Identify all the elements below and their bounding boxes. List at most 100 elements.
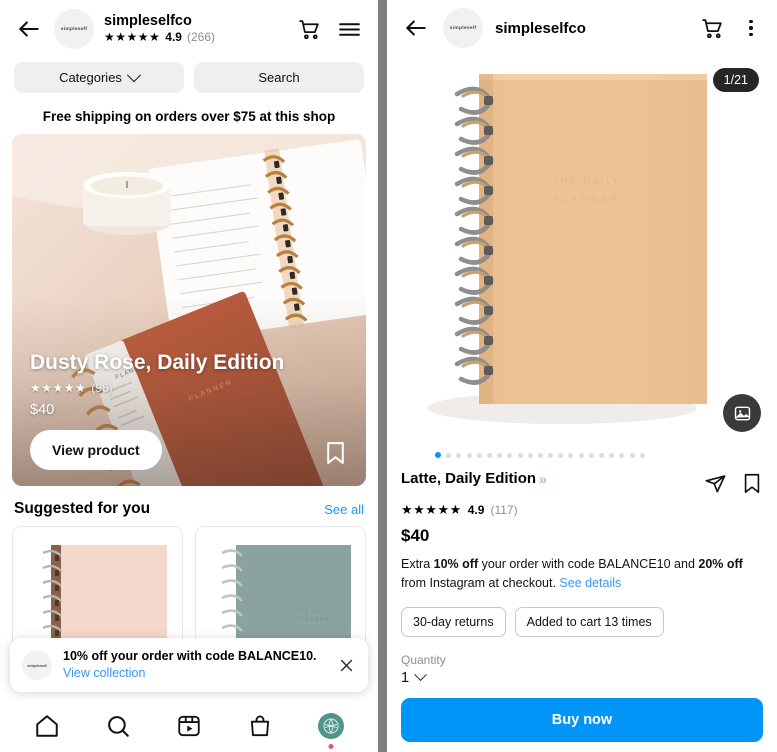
- svg-text:THE DAILY: THE DAILY: [296, 609, 330, 615]
- suggested-grid: THE DAILY PLANNER: [0, 526, 378, 648]
- carousel-dot[interactable]: [568, 452, 574, 458]
- promo-view-collection-link[interactable]: View collection: [63, 666, 145, 680]
- close-icon[interactable]: [336, 655, 356, 675]
- list-item[interactable]: THE DAILY PLANNER: [195, 526, 366, 648]
- carousel-dot[interactable]: [497, 452, 503, 458]
- product-rating-stars: ★★★★★: [401, 502, 462, 517]
- search-button[interactable]: Search: [194, 62, 364, 93]
- product-price: $40: [401, 526, 430, 545]
- product-title: Latte, Daily Edition: [401, 470, 537, 487]
- view-product-button[interactable]: View product: [30, 430, 162, 470]
- product-title-group[interactable]: Latte, Daily Edition »: [401, 470, 694, 487]
- hero-text-block: Dusty Rose, Daily Edition ★★★★★ (96) $40…: [30, 351, 348, 470]
- bottom-navigation-bar: [0, 700, 378, 752]
- featured-product-card[interactable]: PLANNER PLANNER Dusty Rose, Daily Editio…: [12, 134, 366, 486]
- carousel-dot[interactable]: [629, 452, 635, 458]
- home-icon[interactable]: [30, 709, 64, 743]
- product-actions: [704, 470, 763, 495]
- bookmark-icon[interactable]: [741, 471, 763, 495]
- rating-value: 4.9: [165, 29, 182, 44]
- categories-button[interactable]: Categories: [14, 62, 184, 93]
- carousel-dot[interactable]: [537, 452, 543, 458]
- hamburger-menu-icon[interactable]: [334, 14, 364, 44]
- search-label: Search: [258, 70, 300, 85]
- carousel-dot[interactable]: [619, 452, 625, 458]
- carousel-dot[interactable]: [507, 452, 513, 458]
- product-rating-value: 4.9: [467, 503, 485, 517]
- chevron-down-icon: [126, 67, 142, 82]
- promo-prefix: Extra: [401, 557, 434, 571]
- carousel-dot[interactable]: [578, 452, 584, 458]
- carousel-dot[interactable]: [639, 452, 645, 458]
- share-paper-plane-icon[interactable]: [704, 471, 727, 495]
- photo-gallery-icon[interactable]: [723, 394, 761, 432]
- shop-meta: simpleselfco ★★★★★ 4.9 (266): [104, 13, 284, 44]
- suggested-header: Suggested for you See all: [0, 486, 378, 526]
- quantity-stepper[interactable]: 1: [401, 668, 763, 686]
- carousel-dot[interactable]: [446, 452, 452, 458]
- shopping-cart-icon[interactable]: [697, 13, 727, 43]
- suggested-title: Suggested for you: [14, 500, 151, 517]
- promo-mid: your order with code BALANCE10 and: [478, 557, 699, 571]
- quantity-label: Quantity: [401, 652, 446, 667]
- carousel-dot[interactable]: [517, 452, 523, 458]
- shopping-cart-icon[interactable]: [294, 14, 324, 44]
- buy-now-button[interactable]: Buy now: [401, 698, 763, 742]
- product-rating: ★★★★★ 4.9 (117): [401, 502, 763, 518]
- promo-message: 10% off your order with code BALANCE10. …: [63, 648, 325, 682]
- back-arrow-icon[interactable]: [14, 14, 44, 44]
- see-details-link[interactable]: See details: [559, 576, 621, 590]
- free-shipping-banner: Free shipping on orders over $75 at this…: [42, 109, 336, 124]
- carousel-dot[interactable]: [456, 452, 462, 458]
- carousel-dot[interactable]: [548, 452, 554, 458]
- carousel-dots[interactable]: [387, 446, 777, 464]
- product-info: Latte, Daily Edition » ★★★★★ 4.9 (117) $: [387, 464, 777, 686]
- carousel-dot-active[interactable]: [435, 452, 441, 458]
- chevron-right-icon: »: [539, 470, 547, 487]
- notification-dot: [328, 744, 334, 749]
- carousel-dot[interactable]: [588, 452, 594, 458]
- shop-name[interactable]: simpleselfco: [495, 20, 685, 37]
- featured-rating-stars: ★★★★★: [30, 381, 87, 395]
- list-item[interactable]: [12, 526, 183, 648]
- shop-avatar[interactable]: simpleself: [54, 9, 94, 49]
- shop-name[interactable]: simpleselfco: [104, 13, 284, 30]
- profile-avatar[interactable]: [314, 709, 348, 749]
- product-rating-count: (117): [490, 503, 518, 517]
- promo-shop-avatar: simpleself: [22, 650, 52, 681]
- svg-text:THE DAILY: THE DAILY: [553, 176, 621, 186]
- carousel-dot[interactable]: [486, 452, 492, 458]
- promo-toast[interactable]: simpleself 10% off your order with code …: [10, 638, 368, 692]
- carousel-dot[interactable]: [558, 452, 564, 458]
- kebab-menu-icon[interactable]: [739, 16, 763, 40]
- promo-avatar-label: simpleself: [27, 662, 47, 668]
- product-promo-text: Extra 10% off your order with code BALAN…: [401, 555, 763, 593]
- product-title-row: Latte, Daily Edition »: [401, 470, 763, 495]
- blush-spiral-notebook-image: [13, 535, 178, 645]
- latte-spiral-notebook-image: THE DAILY PLANNER: [387, 56, 777, 446]
- chevron-down-icon: [414, 668, 427, 682]
- filter-pills: Categories Search: [0, 58, 378, 93]
- reels-icon[interactable]: [172, 709, 206, 743]
- back-arrow-icon[interactable]: [401, 13, 431, 43]
- shop-avatar[interactable]: simpleself: [443, 8, 483, 48]
- shop-avatar-label: simpleself: [60, 26, 88, 32]
- see-all-link[interactable]: See all: [324, 502, 364, 517]
- shop-avatar-label: simpleself: [449, 25, 477, 31]
- carousel-dot[interactable]: [609, 452, 615, 458]
- shop-bag-icon[interactable]: [243, 709, 277, 743]
- featured-product-title: Dusty Rose, Daily Edition: [30, 351, 285, 375]
- product-detail-screen: simpleself simpleselfco THE DAILY PLANNE…: [387, 0, 777, 752]
- carousel-dot[interactable]: [476, 452, 482, 458]
- carousel-dot[interactable]: [527, 452, 533, 458]
- product-image-gallery[interactable]: THE DAILY PLANNER 1/21: [387, 56, 777, 446]
- carousel-dot[interactable]: [599, 452, 604, 458]
- right-header: simpleself simpleselfco: [387, 0, 777, 56]
- bookmark-icon[interactable]: [323, 439, 348, 466]
- carousel-dot[interactable]: [466, 452, 472, 458]
- search-icon[interactable]: [101, 709, 135, 743]
- product-badges: 30-day returns Added to cart 13 times: [401, 606, 763, 637]
- promo-message-text: 10% off your order with code BALANCE10.: [63, 649, 317, 664]
- status-badge: Added to cart 13 times: [514, 606, 664, 637]
- quantity-value: 1: [401, 669, 410, 686]
